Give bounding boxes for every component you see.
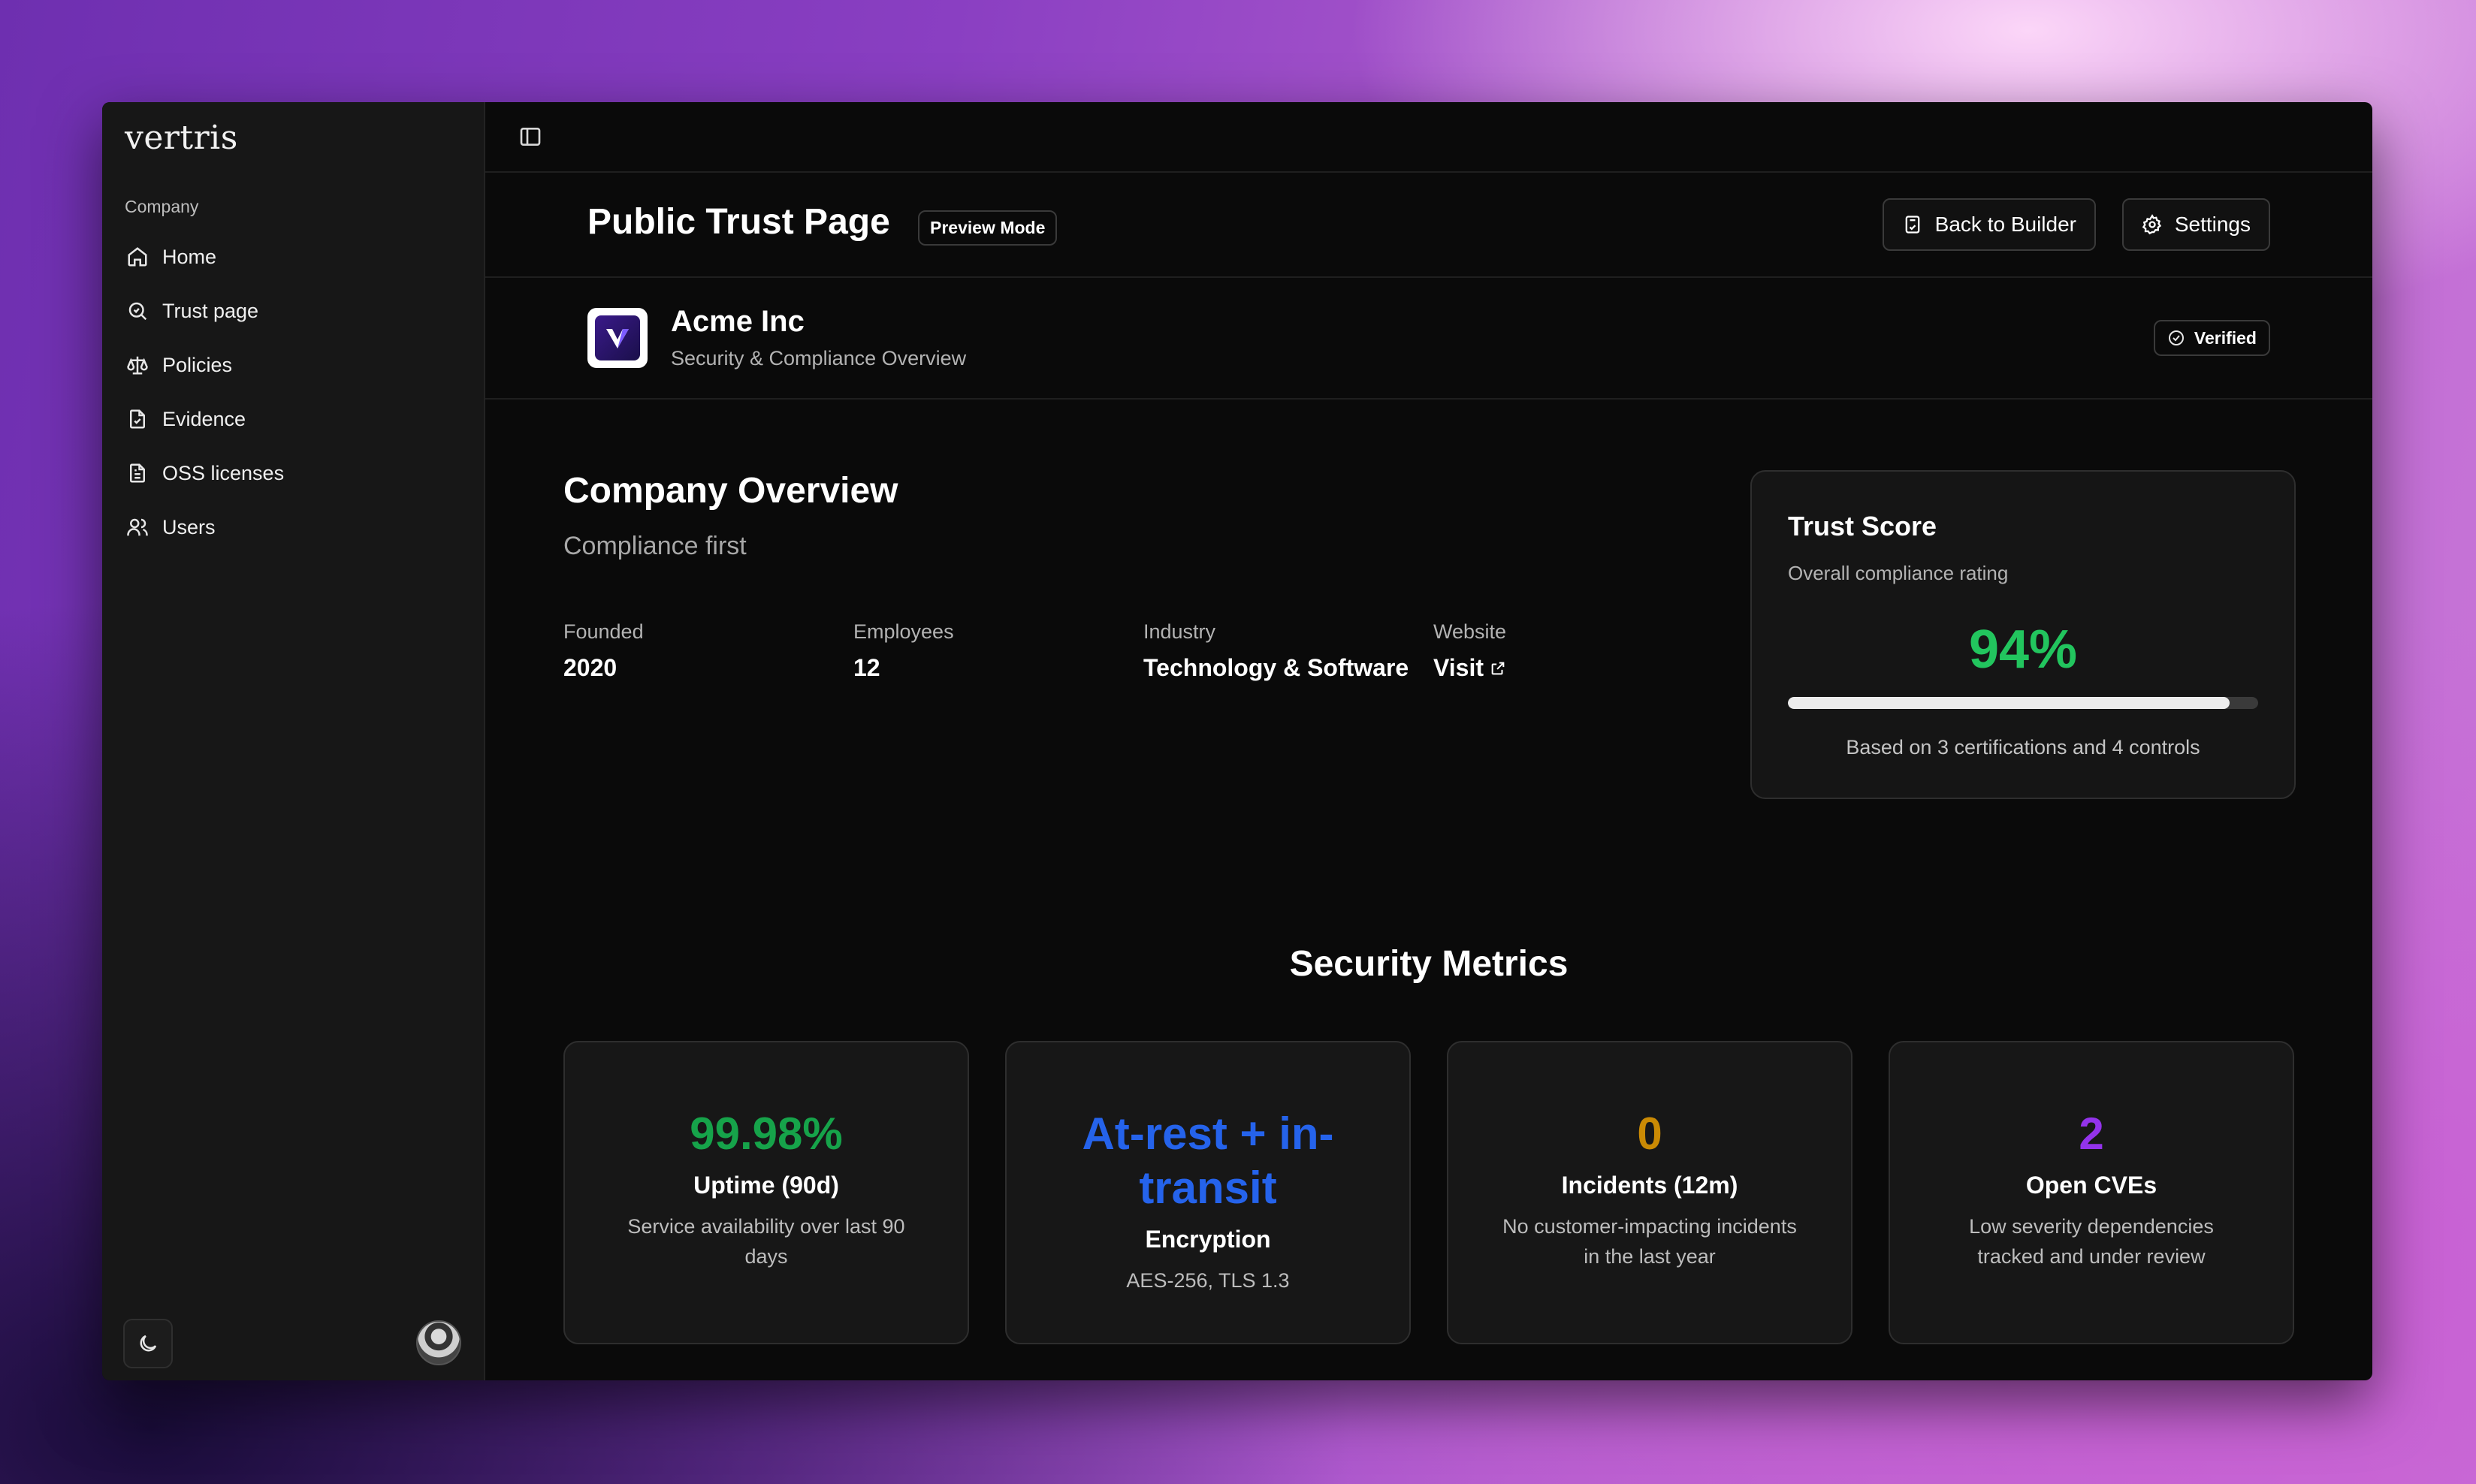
sidebar-item-evidence[interactable]: Evidence — [114, 392, 473, 446]
metric-card-incidents: 0 Incidents (12m) No customer-impacting … — [1447, 1041, 1852, 1344]
page-title: Public Trust Page — [587, 202, 890, 242]
clipboard-icon — [1905, 216, 1920, 234]
back-to-builder-button[interactable]: Back to Builder — [1882, 198, 2096, 251]
sidebar-item-label: Evidence — [162, 407, 246, 430]
metric-card-encryption: At-rest + in-transit Encryption AES-256,… — [1005, 1041, 1411, 1344]
preview-mode-badge: Preview Mode — [918, 210, 1058, 246]
back-to-builder-label: Back to Builder — [1934, 213, 2076, 236]
scale-icon — [127, 356, 148, 375]
fact-label: Founded — [563, 620, 644, 643]
fact-label: Website — [1433, 620, 1507, 643]
metric-label: Encryption — [1145, 1226, 1271, 1253]
verified-badge: Verified — [2153, 320, 2270, 356]
fact-value: 12 — [853, 654, 880, 681]
company-v-icon — [606, 329, 629, 348]
fact-label: Employees — [853, 620, 954, 643]
sidebar-item-label: Home — [162, 245, 217, 268]
metric-label: Incidents (12m) — [1561, 1172, 1738, 1199]
trust-score-subtitle: Overall compliance rating — [1788, 562, 2009, 584]
sidebar-item-oss-licenses[interactable]: OSS licenses — [114, 446, 473, 500]
sidebar-nav: Home Trust page Policies Evidence OSS li… — [114, 230, 473, 554]
metric-value: 2 — [2079, 1108, 2104, 1159]
website-visit-label: Visit — [1433, 654, 1484, 681]
settings-label: Settings — [2174, 213, 2251, 236]
company-overview-subtitle: Compliance first — [563, 532, 747, 560]
fact-founded: Founded 2020 — [563, 620, 644, 682]
users-icon — [127, 518, 148, 536]
metric-description: Service availability over last 90 days — [627, 1215, 905, 1268]
external-link-icon — [1491, 662, 1505, 674]
search-icon — [128, 302, 147, 321]
app-window: vertris Company Home Trust page Policies… — [102, 102, 2372, 1380]
moon-icon — [140, 1335, 157, 1352]
metric-value: 99.98% — [690, 1108, 843, 1159]
trust-score-bar-fill — [1788, 697, 2230, 709]
settings-button[interactable]: Settings — [2121, 198, 2270, 251]
fact-employees: Employees 12 — [853, 620, 954, 682]
home-icon — [128, 247, 147, 267]
metric-label: Open CVEs — [2025, 1172, 2157, 1199]
sidebar: vertris Company Home Trust page Policies… — [102, 102, 485, 1380]
metric-label: Uptime (90d) — [693, 1172, 839, 1199]
fact-value: 2020 — [563, 654, 617, 681]
metric-card-open-cves: 2 Open CVEs Low severity dependencies tr… — [1889, 1041, 2294, 1344]
sidebar-toggle-button[interactable] — [518, 125, 542, 149]
topbar — [485, 102, 2372, 173]
gear-icon — [2142, 214, 2161, 235]
theme-toggle-button[interactable] — [123, 1319, 173, 1368]
app-logo[interactable]: vertris — [125, 119, 238, 157]
main-content: Public Trust Page Preview Mode Back to B… — [485, 102, 2372, 1380]
sidebar-item-policies[interactable]: Policies — [114, 338, 473, 392]
trust-score-note: Based on 3 certifications and 4 controls — [1846, 736, 2200, 759]
sidebar-item-label: Policies — [162, 353, 233, 376]
sidebar-item-label: OSS licenses — [162, 461, 285, 484]
file-text-icon — [130, 463, 145, 483]
website-visit-link[interactable]: Visit — [1433, 654, 1506, 682]
company-header: Acme Inc Security & Compliance Overview … — [485, 278, 2372, 400]
trust-score-title: Trust Score — [1788, 511, 1937, 541]
check-circle-icon — [2168, 330, 2184, 345]
sidebar-item-home[interactable]: Home — [114, 230, 473, 284]
metric-card-uptime: 99.98% Uptime (90d) Service availability… — [563, 1041, 969, 1344]
page-header: Public Trust Page Preview Mode Back to B… — [485, 173, 2372, 278]
sidebar-item-users[interactable]: Users — [114, 500, 473, 554]
metric-description: No customer-impacting incidents in the l… — [1502, 1215, 1797, 1268]
metric-value: At-rest + in-transit — [1082, 1108, 1334, 1213]
fact-website: Website Visit — [1433, 620, 1506, 682]
company-logo — [587, 308, 648, 368]
company-name: Acme Inc — [671, 305, 805, 338]
verified-label: Verified — [2194, 327, 2257, 348]
sidebar-item-trust-page[interactable]: Trust page — [114, 284, 473, 338]
avatar[interactable] — [416, 1320, 461, 1365]
security-metrics-title: Security Metrics — [1289, 944, 1569, 984]
trust-score-value: 94% — [1968, 620, 2078, 680]
metric-value: 0 — [1637, 1108, 1662, 1159]
fact-label: Industry — [1143, 620, 1216, 643]
metric-description: AES-256, TLS 1.3 — [1126, 1269, 1290, 1292]
company-subtitle: Security & Compliance Overview — [671, 347, 967, 369]
fact-industry: Industry Technology & Software — [1143, 620, 1409, 682]
metric-description: Low severity dependencies tracked and un… — [1969, 1215, 2214, 1268]
sidebar-item-label: Users — [162, 515, 216, 538]
file-check-icon — [130, 409, 145, 429]
trust-score-card: Trust Score Overall compliance rating 94… — [1750, 470, 2296, 799]
panel-left-icon — [520, 128, 541, 146]
sidebar-item-label: Trust page — [162, 299, 259, 322]
trust-score-bar — [1788, 697, 2258, 709]
company-overview-title: Company Overview — [563, 471, 898, 511]
fact-value: Technology & Software — [1143, 654, 1409, 681]
sidebar-section-label: Company — [125, 197, 199, 216]
